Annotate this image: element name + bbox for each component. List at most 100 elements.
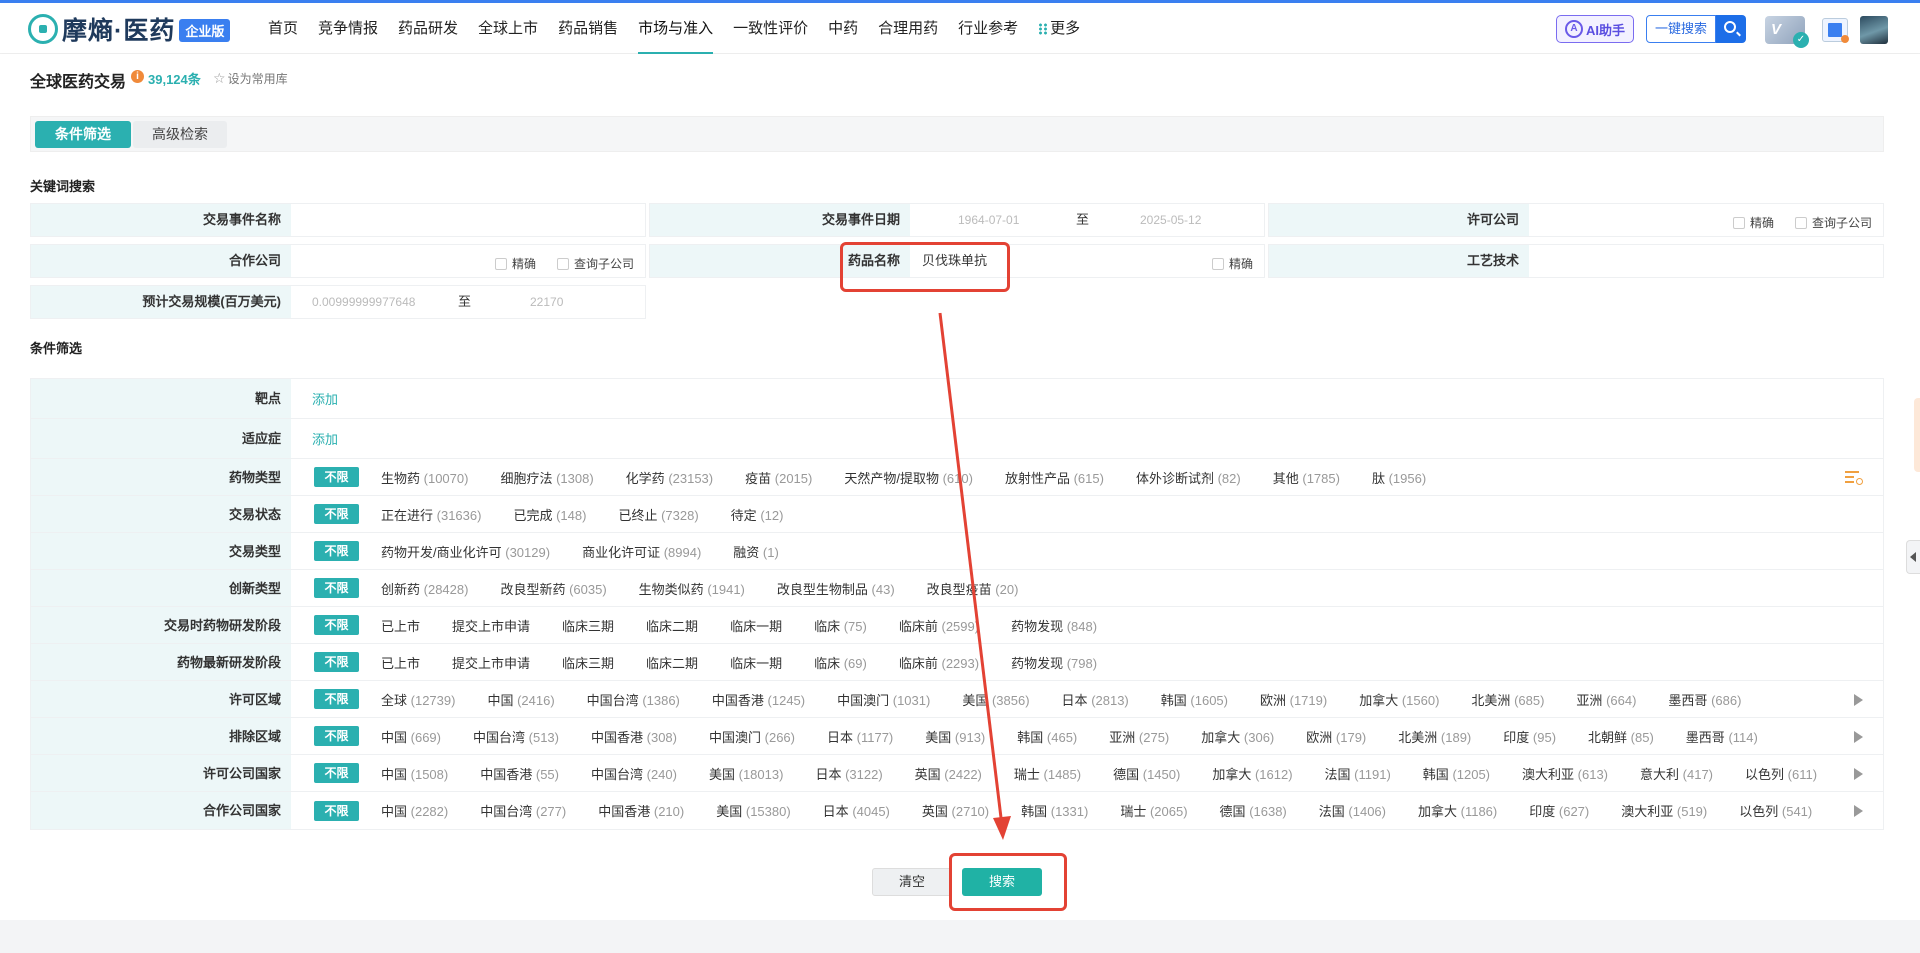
filter-option[interactable]: 韩国 (1605) [1161,690,1228,709]
filter-option[interactable]: 美国 (18013) [709,764,783,783]
filter-option[interactable]: 化学药 (23153) [626,468,713,487]
expand-arrow-icon[interactable] [1854,694,1863,706]
filter-option[interactable]: 中国澳门 (1031) [837,690,930,709]
filter-option[interactable]: 中国澳门 (266) [709,727,795,746]
filter-option[interactable]: 临床一期 [730,616,782,635]
tab-condition-filter[interactable]: 条件筛选 [35,121,131,148]
filter-option[interactable]: 日本 (4045) [823,801,890,820]
filter-option[interactable]: 美国 (3856) [962,690,1029,709]
filter-option[interactable]: 正在进行 (31636) [381,505,481,524]
filter-option[interactable]: 已终止 (7328) [618,505,698,524]
filter-option[interactable]: 德国 (1638) [1220,801,1287,820]
scale-from-input[interactable]: 0.00999999977648 [312,286,442,318]
scale-to-input[interactable]: 22170 [530,286,610,318]
filter-option[interactable]: 已完成 (148) [513,505,586,524]
unlimited-chip[interactable]: 不限 [314,726,359,746]
filter-option[interactable]: 临床二期 [646,616,698,635]
filter-option[interactable]: 已上市 [381,616,420,635]
filter-option[interactable]: 澳大利亚 (613) [1522,764,1608,783]
unlimited-chip[interactable]: 不限 [314,504,359,524]
filter-option[interactable]: 中国台湾 (277) [480,801,566,820]
nav-item-8[interactable]: 合理用药 [868,3,948,54]
nav-item-4[interactable]: 药品销售 [548,3,628,54]
filter-option[interactable]: 中国台湾 (240) [591,764,677,783]
filter-option[interactable]: 以色列 (611) [1745,764,1817,783]
filter-option[interactable]: 临床前 (2293) [899,653,979,672]
drug-exact-checkbox[interactable]: 精确 [1212,255,1253,272]
info-icon[interactable]: i [131,70,144,83]
filter-option[interactable]: 放射性产品 (615) [1005,468,1104,487]
filter-option[interactable]: 日本 (1177) [827,727,893,746]
filter-option[interactable]: 北美洲 (685) [1471,690,1544,709]
filter-option[interactable]: 临床二期 [646,653,698,672]
filter-option[interactable]: 澳大利亚 (519) [1621,801,1707,820]
filter-option[interactable]: 疫苗 (2015) [745,468,812,487]
partner-sub-checkbox[interactable]: 查询子公司 [557,255,634,272]
filter-option[interactable]: 德国 (1450) [1113,764,1180,783]
nav-item-2[interactable]: 药品研发 [388,3,468,54]
nav-item-6[interactable]: 一致性评价 [723,3,818,54]
filter-option[interactable]: 瑞士 (1485) [1014,764,1081,783]
filter-option[interactable]: 其他 (1785) [1273,468,1340,487]
filter-option[interactable]: 提交上市申请 [452,616,530,635]
expand-arrow-icon[interactable] [1854,805,1863,817]
nav-item-9[interactable]: 行业参考 [948,3,1028,54]
filter-option[interactable]: 中国 (2282) [381,801,448,820]
filter-option[interactable]: 韩国 (465) [1017,727,1077,746]
filter-option[interactable]: 法国 (1406) [1319,801,1386,820]
filter-option[interactable]: 中国台湾 (513) [473,727,559,746]
search-icon[interactable] [1716,15,1746,43]
filter-option[interactable]: 印度 (627) [1529,801,1589,820]
collapse-panel-icon[interactable] [1906,540,1920,574]
filter-option[interactable]: 生物类似药 (1941) [639,579,745,598]
filter-option[interactable]: 中国 (669) [381,727,441,746]
filter-option[interactable]: 药物发现 (848) [1011,616,1097,635]
brand-logo[interactable]: 摩熵·医药 企业版 [28,11,231,47]
add-target-link[interactable]: 添加 [312,389,338,408]
vip-badge[interactable]: V ✓ [1765,16,1809,48]
filter-option[interactable]: 韩国 (1205) [1423,764,1490,783]
filter-option[interactable]: 加拿大 (1560) [1359,690,1439,709]
date-from-input[interactable]: 1964-07-01 [958,204,1058,236]
unlimited-chip[interactable]: 不限 [314,615,359,635]
date-to-input[interactable]: 2025-05-12 [1140,204,1240,236]
quick-search[interactable]: 一键搜索 [1646,15,1746,43]
tab-advanced-search[interactable]: 高级检索 [133,121,227,148]
unlimited-chip[interactable]: 不限 [314,578,359,598]
filter-option[interactable]: 融资 (1) [733,542,779,561]
nav-item-0[interactable]: 首页 [258,3,308,54]
filter-list-icon[interactable] [1845,471,1863,485]
ai-assistant-button[interactable]: A AI助手 [1556,15,1634,43]
quick-search-label[interactable]: 一键搜索 [1646,15,1716,43]
filter-option[interactable]: 改良型生物制品 (43) [777,579,895,598]
filter-option[interactable]: 英国 (2710) [922,801,989,820]
unlimited-chip[interactable]: 不限 [314,800,359,821]
filter-option[interactable]: 提交上市申请 [452,653,530,672]
unlimited-chip[interactable]: 不限 [314,763,359,783]
filter-option[interactable]: 亚洲 (664) [1576,690,1636,709]
filter-option[interactable]: 中国香港 (308) [591,727,677,746]
clear-button[interactable]: 清空 [872,868,952,896]
filter-option[interactable]: 创新药 (28428) [381,579,468,598]
nav-item-1[interactable]: 竞争情报 [308,3,388,54]
filter-option[interactable]: 美国 (15380) [716,801,790,820]
filter-option[interactable]: 改良型新药 (6035) [500,579,606,598]
licensor-sub-checkbox[interactable]: 查询子公司 [1795,214,1872,231]
nav-item-7[interactable]: 中药 [818,3,868,54]
filter-option[interactable]: 已上市 [381,653,420,672]
filter-option[interactable]: 英国 (2422) [915,764,982,783]
unlimited-chip[interactable]: 不限 [314,652,359,672]
unlimited-chip[interactable]: 不限 [314,689,359,709]
filter-option[interactable]: 中国 (1508) [381,764,448,783]
side-floating-tab[interactable] [1914,398,1920,472]
filter-option[interactable]: 亚洲 (275) [1109,727,1169,746]
filter-option[interactable]: 加拿大 (306) [1201,727,1274,746]
filter-option[interactable]: 待定 (12) [731,505,784,524]
filter-option[interactable]: 韩国 (1331) [1021,801,1088,820]
filter-option[interactable]: 中国香港 (55) [480,764,559,783]
filter-option[interactable]: 美国 (913) [925,727,985,746]
filter-option[interactable]: 墨西哥 (686) [1668,690,1741,709]
unlimited-chip[interactable]: 不限 [314,467,359,487]
filter-option[interactable]: 临床 (75) [814,616,867,635]
filter-option[interactable]: 以色列 (541) [1739,801,1812,820]
